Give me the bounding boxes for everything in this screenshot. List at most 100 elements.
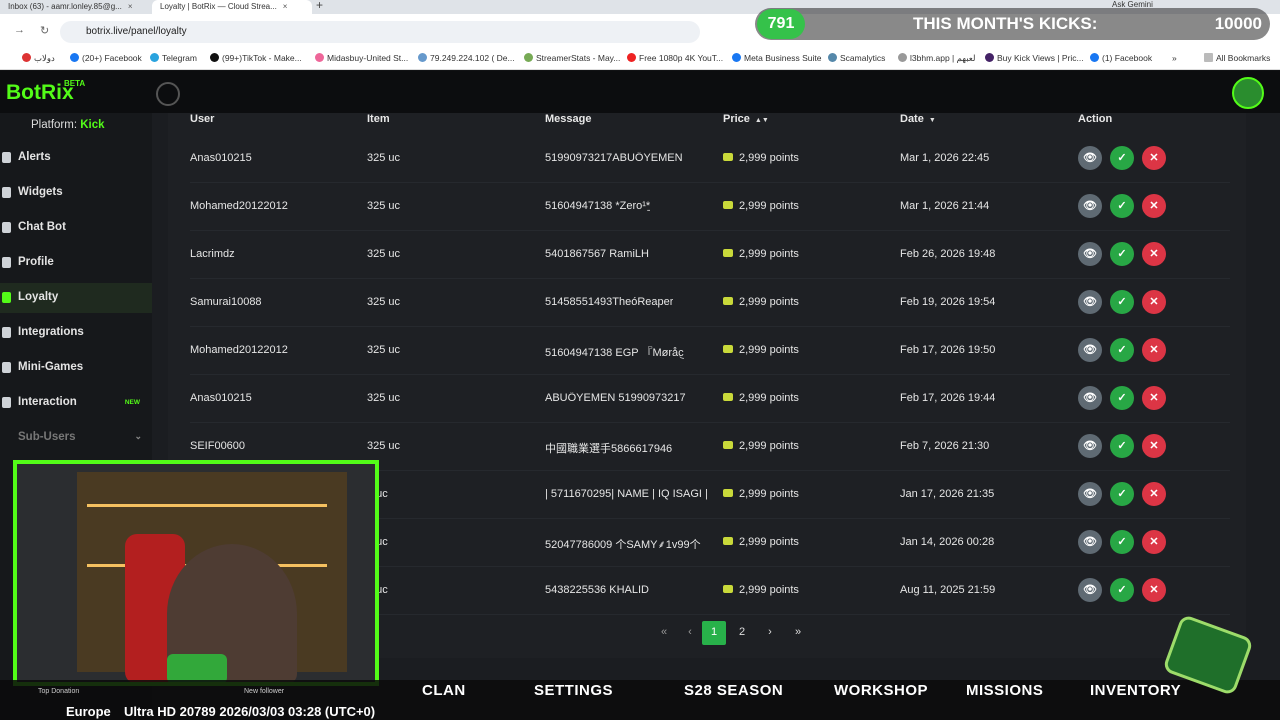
reject-button[interactable]: ✕ <box>1142 338 1166 362</box>
sidebar-item-loyalty[interactable]: Loyalty <box>0 283 152 313</box>
widgets-icon <box>2 187 11 198</box>
next-page-button[interactable]: › <box>758 621 782 645</box>
reload-icon[interactable]: ↻ <box>40 24 49 37</box>
bookmark-item[interactable]: (20+) Facebook <box>70 53 142 63</box>
reject-button[interactable]: ✕ <box>1142 434 1166 458</box>
reject-button[interactable]: ✕ <box>1142 242 1166 266</box>
first-page-button[interactable]: « <box>652 621 676 645</box>
check-icon: ✓ <box>1117 344 1127 356</box>
sidebar-item-widgets[interactable]: Widgets <box>0 178 152 208</box>
bookmark-item[interactable]: Free 1080p 4K YouT... <box>627 53 723 63</box>
points-icon <box>723 393 733 401</box>
column-header-item[interactable]: Item <box>367 113 390 125</box>
sidebar-item-profile[interactable]: Profile <box>0 248 152 278</box>
points-icon <box>723 585 733 593</box>
check-icon: ✓ <box>1117 392 1127 404</box>
last-page-button[interactable]: » <box>786 621 810 645</box>
view-button[interactable]: 👁 <box>1078 242 1102 266</box>
points-icon <box>723 153 733 161</box>
view-button[interactable]: 👁 <box>1078 434 1102 458</box>
column-header-user[interactable]: User <box>190 113 214 125</box>
bookmark-item[interactable]: Meta Business Suite <box>732 53 821 63</box>
close-icon[interactable]: × <box>128 2 133 11</box>
cell-price: 2,999 points <box>723 200 799 212</box>
bookmark-item[interactable]: 79.249.224.102 ( De... <box>418 53 515 63</box>
cell-date: Jan 17, 2026 21:35 <box>900 488 995 500</box>
view-button[interactable]: 👁 <box>1078 482 1102 506</box>
avatar[interactable] <box>1232 77 1264 109</box>
approve-button[interactable]: ✓ <box>1110 242 1134 266</box>
cell-message: ABUŐYEMEN 51990973217 <box>545 392 686 404</box>
view-button[interactable]: 👁 <box>1078 578 1102 602</box>
view-button[interactable]: 👁 <box>1078 290 1102 314</box>
game-menu-workshop[interactable]: WORKSHOP <box>834 682 928 699</box>
bookmark-item[interactable]: Midasbuy-United St... <box>315 53 408 63</box>
game-menu-settings[interactable]: SETTINGS <box>534 682 613 699</box>
reject-button[interactable]: ✕ <box>1142 290 1166 314</box>
bookmark-item[interactable]: دولاب <box>22 53 55 64</box>
sidebar-item-integrations[interactable]: Integrations <box>0 318 152 348</box>
cell-item: 325 uc <box>367 152 401 164</box>
approve-button[interactable]: ✓ <box>1110 290 1134 314</box>
sidebar-item-interaction[interactable]: Interaction NEW <box>0 388 152 418</box>
bookmark-item[interactable]: Telegram <box>150 53 197 63</box>
new-follower-label: New follower <box>244 688 285 695</box>
sidebar-item-alerts[interactable]: Alerts <box>0 143 152 173</box>
reject-button[interactable]: ✕ <box>1142 146 1166 170</box>
page-1-button[interactable]: 1 <box>702 621 726 645</box>
column-header-message[interactable]: Message <box>545 113 591 125</box>
points-icon <box>723 537 733 545</box>
column-header-price[interactable]: Price ▲▼ <box>723 113 769 125</box>
bookmark-item[interactable]: StreamerStats - May... <box>524 53 620 63</box>
cell-message: 52047786009 个SAMY⸙1v99个 <box>545 539 701 551</box>
game-menu-missions[interactable]: MISSIONS <box>966 682 1043 699</box>
approve-button[interactable]: ✓ <box>1110 146 1134 170</box>
bookmark-item[interactable]: Buy Kick Views | Pric... <box>985 53 1084 63</box>
approve-button[interactable]: ✓ <box>1110 530 1134 554</box>
bookmark-item[interactable]: (1) Facebook <box>1090 53 1152 63</box>
sidebar-item-sub-users[interactable]: Sub-Users ⌄ <box>0 423 152 453</box>
forward-icon[interactable]: → <box>14 24 25 36</box>
view-button[interactable]: 👁 <box>1078 338 1102 362</box>
close-icon: ✕ <box>1149 296 1159 308</box>
tab-inbox[interactable]: Inbox (63) - aamr.lonley.85@g... × <box>0 0 150 14</box>
view-button[interactable]: 👁 <box>1078 386 1102 410</box>
points-icon <box>723 441 733 449</box>
approve-button[interactable]: ✓ <box>1110 434 1134 458</box>
cell-user: SEIF00600 <box>190 440 246 452</box>
table-header: User Item Message Price ▲▼ Date ▼ Action <box>168 113 1246 135</box>
cell-date: Feb 17, 2026 19:44 <box>900 392 996 404</box>
prev-page-button[interactable]: ‹ <box>678 621 702 645</box>
cell-message: 51458551493TheóReaper <box>545 296 674 308</box>
reject-button[interactable]: ✕ <box>1142 530 1166 554</box>
reject-button[interactable]: ✕ <box>1142 386 1166 410</box>
game-menu-season[interactable]: S28 SEASON <box>684 682 783 699</box>
bookmark-item[interactable]: (99+)TikTok - Make... <box>210 53 302 63</box>
reject-button[interactable]: ✕ <box>1142 578 1166 602</box>
view-button[interactable]: 👁 <box>1078 530 1102 554</box>
approve-button[interactable]: ✓ <box>1110 338 1134 362</box>
more-bookmarks-button[interactable]: » <box>1172 53 1177 63</box>
approve-button[interactable]: ✓ <box>1110 194 1134 218</box>
sidebar-item-mini-games[interactable]: Mini-Games <box>0 353 152 383</box>
sidebar-item-chat-bot[interactable]: Chat Bot <box>0 213 152 243</box>
close-icon[interactable]: × <box>283 2 288 11</box>
url-input[interactable]: botrix.live/panel/loyalty <box>60 21 700 43</box>
bookmark-item[interactable]: l3bhm.app | لعبهم <box>898 53 975 64</box>
view-button[interactable]: 👁 <box>1078 146 1102 170</box>
view-button[interactable]: 👁 <box>1078 194 1102 218</box>
approve-button[interactable]: ✓ <box>1110 386 1134 410</box>
new-tab-button[interactable]: + <box>316 0 323 12</box>
bookmark-item[interactable]: Scamalytics <box>828 53 885 63</box>
column-header-date[interactable]: Date ▼ <box>900 113 936 125</box>
reject-button[interactable]: ✕ <box>1142 194 1166 218</box>
eye-icon: 👁 <box>1083 440 1097 452</box>
tab-loyalty[interactable]: Loyalty | BotRix — Cloud Strea... × <box>152 0 312 14</box>
page-2-button[interactable]: 2 <box>730 621 754 645</box>
game-menu-clan[interactable]: CLAN <box>422 682 466 699</box>
game-menu-inventory[interactable]: INVENTORY <box>1090 682 1181 699</box>
all-bookmarks-button[interactable]: All Bookmarks <box>1204 53 1270 63</box>
approve-button[interactable]: ✓ <box>1110 482 1134 506</box>
approve-button[interactable]: ✓ <box>1110 578 1134 602</box>
reject-button[interactable]: ✕ <box>1142 482 1166 506</box>
